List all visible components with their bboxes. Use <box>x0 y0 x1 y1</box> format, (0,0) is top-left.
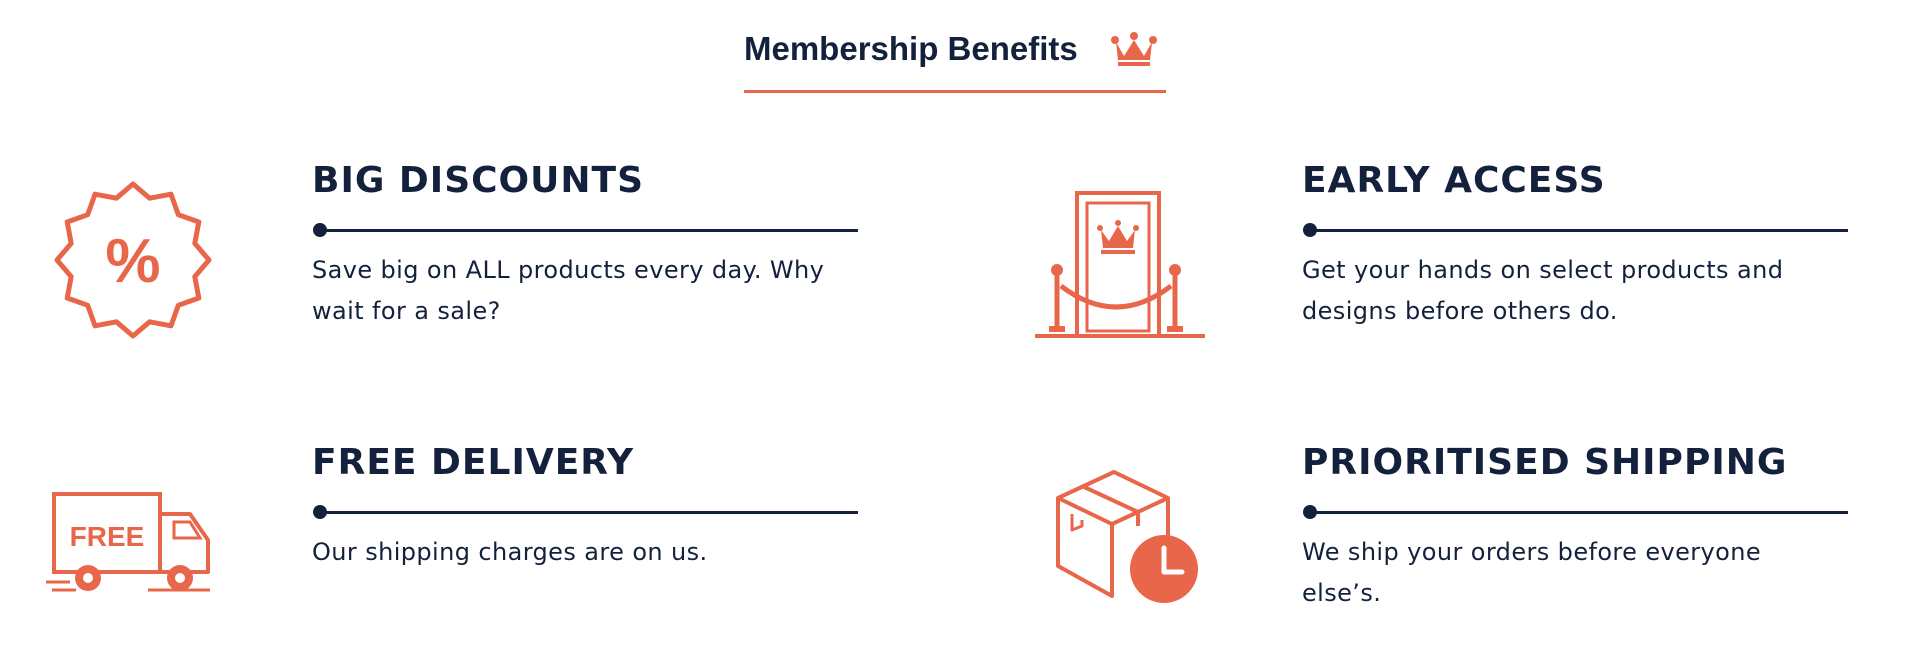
vip-door-icon <box>1035 191 1205 338</box>
discount-badge-icon: % <box>54 181 212 339</box>
benefit-description-early-access: Get your hands on select products and de… <box>1302 256 1784 325</box>
benefit-title-prioritised-shipping: PRIORITISED SHIPPING <box>1302 442 1788 483</box>
section-title: Membership Benefits <box>744 30 1078 67</box>
title-rule <box>320 229 858 232</box>
crown-icon <box>1111 32 1157 66</box>
discount-percent-label: % <box>105 227 160 296</box>
title-rule <box>1310 511 1848 514</box>
box-clock-icon <box>1056 470 1198 603</box>
benefit-title-big-discounts: BIG DISCOUNTS <box>312 160 644 201</box>
title-rule <box>320 511 858 514</box>
benefit-title-early-access: EARLY ACCESS <box>1302 160 1606 201</box>
section-heading: Membership Benefits <box>744 26 1168 96</box>
benefit-description-prioritised-shipping: We ship your orders before everyone else… <box>1302 538 1762 607</box>
delivery-truck-icon: FREE <box>46 492 210 592</box>
heading-underline <box>744 90 1166 93</box>
benefit-description-free-delivery: Our shipping charges are on us. <box>312 538 708 566</box>
title-rule <box>1310 229 1848 232</box>
benefit-title-free-delivery: FREE DELIVERY <box>312 442 635 483</box>
truck-free-label: FREE <box>70 521 145 552</box>
benefit-description-big-discounts: Save big on ALL products every day. Why … <box>312 256 825 325</box>
